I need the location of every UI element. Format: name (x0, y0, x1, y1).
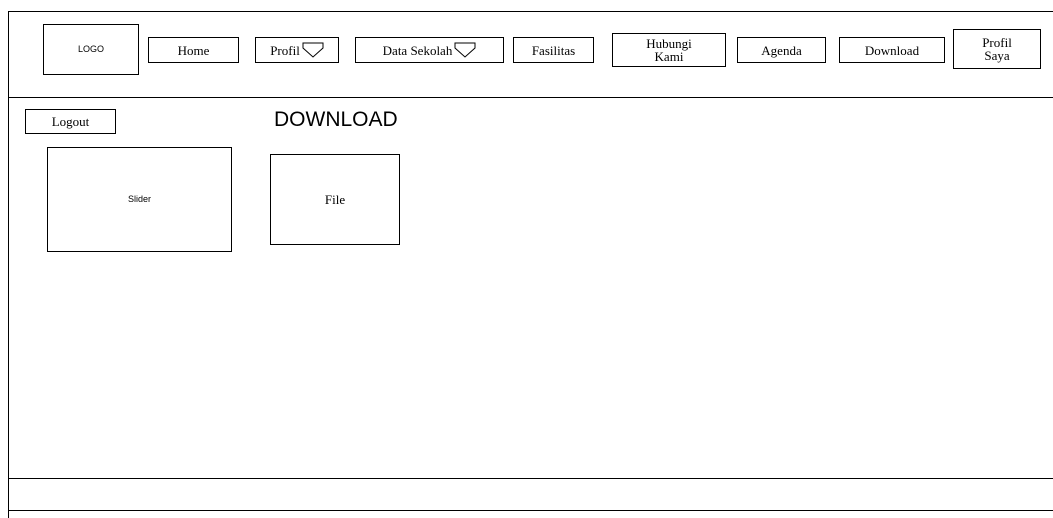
header-top-border (8, 11, 1053, 12)
nav-data-sekolah-label: Data Sekolah (382, 42, 453, 58)
nav-profil-saya-label-line2: Saya (984, 48, 1010, 63)
nav-profil-dropdown[interactable]: Profil (255, 37, 339, 63)
logo-label: LOGO (77, 44, 104, 54)
nav-agenda-label: Agenda (761, 42, 802, 58)
slider-placeholder: Slider (47, 147, 232, 252)
file-item[interactable]: File (270, 154, 400, 245)
logo: LOGO (43, 24, 139, 75)
nav-home-label: Home (177, 42, 210, 58)
header-bottom-border (8, 97, 1053, 98)
nav-data-sekolah-dropdown[interactable]: Data Sekolah (355, 37, 504, 63)
slider-label: Slider (127, 194, 151, 204)
footer-bottom-border (8, 510, 1053, 511)
nav-hubungi-kami-label-line2: Kami (654, 49, 684, 64)
page-title: DOWNLOAD (274, 108, 398, 131)
logout-label: Logout (51, 114, 90, 129)
logout-button[interactable]: Logout (25, 109, 116, 134)
nav-home-button[interactable]: Home (148, 37, 239, 63)
nav-fasilitas-label: Fasilitas (531, 42, 576, 58)
page-left-border (8, 11, 9, 518)
nav-fasilitas-button[interactable]: Fasilitas (513, 37, 594, 63)
footer (9, 479, 1053, 510)
nav-profil-label: Profil (270, 42, 300, 58)
nav-download-button[interactable]: Download (839, 37, 945, 63)
nav-hubungi-kami-button[interactable]: Hubungi Kami (612, 33, 726, 67)
file-label: File (324, 192, 346, 207)
chevron-down-icon (454, 42, 476, 58)
nav-profil-saya-button[interactable]: Profil Saya (953, 29, 1041, 69)
nav-agenda-button[interactable]: Agenda (737, 37, 826, 63)
nav-download-label: Download (864, 42, 920, 58)
chevron-down-icon (302, 42, 324, 58)
